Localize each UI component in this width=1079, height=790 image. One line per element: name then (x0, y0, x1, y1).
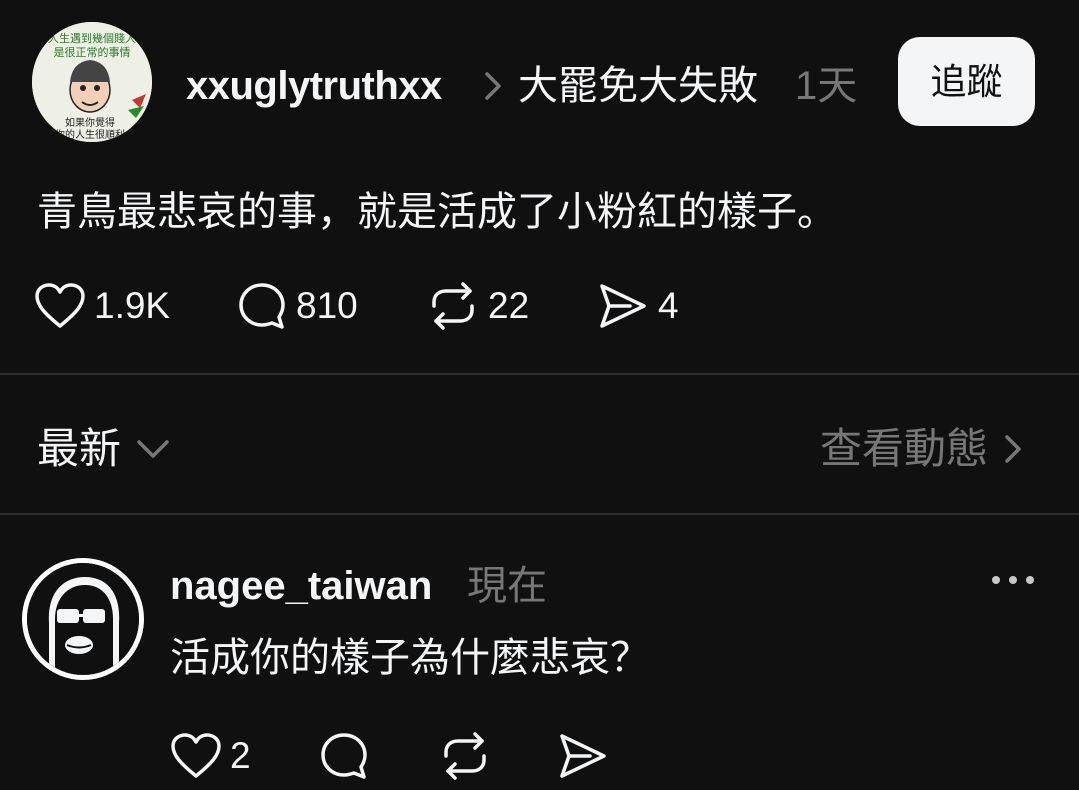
follow-button[interactable]: 追蹤 (898, 37, 1035, 126)
repost-button[interactable]: 22 (426, 276, 529, 336)
more-icon[interactable] (990, 570, 1036, 590)
comment-icon (318, 730, 370, 782)
topic-tag[interactable]: 大罷免大失敗 (518, 60, 758, 112)
repost-count: 22 (488, 285, 530, 326)
comment-count: 810 (296, 285, 358, 326)
reply-like-button[interactable]: 2 (170, 726, 251, 786)
sort-dropdown[interactable]: 最新 (37, 422, 171, 476)
reply-body: 活成你的樣子為什麼悲哀？ (170, 636, 650, 680)
chevron-right-icon (482, 70, 504, 102)
reply-author-handle[interactable]: nagee_taiwan (170, 560, 432, 612)
sort-label: 最新 (37, 425, 122, 472)
heart-icon (34, 282, 86, 330)
repost-icon (426, 280, 480, 332)
author-handle[interactable]: xxuglytruthxx (186, 60, 442, 112)
reply-share-button[interactable] (556, 726, 610, 786)
reply-timestamp: 現在 (467, 564, 547, 608)
reply-comment-button[interactable] (318, 726, 370, 786)
divider (0, 513, 1079, 515)
post-body: 青鳥最悲哀的事，就是活成了小粉紅的樣子。 (37, 190, 837, 234)
activity-label: 查看動態 (820, 425, 989, 472)
share-button[interactable]: 4 (596, 276, 679, 336)
post-timestamp: 1天 (795, 64, 858, 108)
like-button[interactable]: 1.9K (34, 276, 170, 336)
divider (0, 373, 1079, 375)
avatar-caption-top: 人生遇到幾個賤人 (48, 31, 136, 45)
share-icon (596, 280, 650, 332)
chevron-right-icon (1002, 433, 1024, 465)
avatar-caption-footer: 你的人生很順利 (55, 128, 125, 141)
like-count: 1.9K (94, 285, 171, 326)
view-activity-link[interactable]: 查看動態 (820, 422, 1024, 476)
heart-icon (170, 732, 222, 780)
chevron-down-icon (135, 438, 171, 460)
share-icon (556, 730, 610, 782)
repost-icon (438, 730, 492, 782)
reply-repost-button[interactable] (438, 726, 492, 786)
reply-author-avatar[interactable] (22, 558, 144, 680)
avatar-caption-middle: 是很正常的事情 (54, 45, 131, 59)
comment-button[interactable]: 810 (236, 276, 358, 336)
comment-icon (236, 280, 288, 332)
share-count: 4 (658, 285, 679, 326)
avatar-caption-bottom: 如果你覺得 (65, 116, 115, 129)
author-avatar[interactable]: 人生遇到幾個賤人 是很正常的事情 如果你覺得 你的人生很順利 (32, 22, 152, 142)
reply-like-count: 2 (230, 735, 251, 776)
